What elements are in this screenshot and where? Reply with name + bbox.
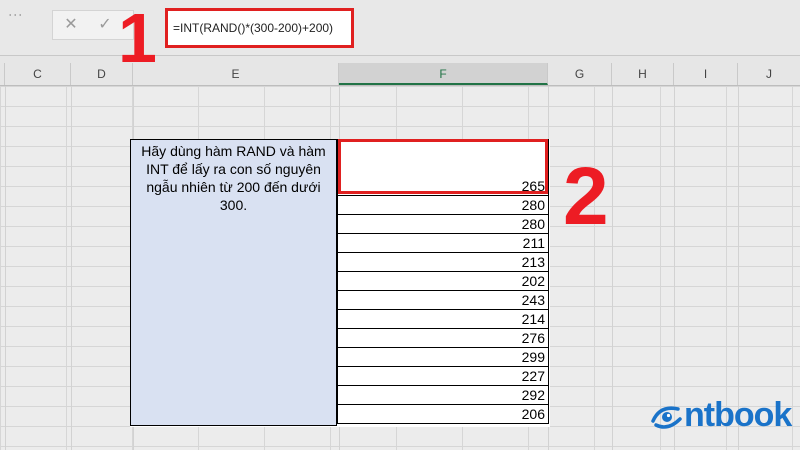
column-header-i[interactable]: I bbox=[674, 63, 738, 85]
description-cell[interactable]: Hãy dùng hàm RAND và hàm INT để lấy ra c… bbox=[130, 139, 337, 426]
value-cell[interactable]: 299 bbox=[337, 348, 549, 367]
column-header-c[interactable]: C bbox=[5, 63, 71, 85]
value-cell[interactable]: 280 bbox=[337, 196, 549, 215]
step-2-annotation: 2 bbox=[563, 151, 609, 242]
cancel-icon[interactable]: ✕ bbox=[52, 10, 90, 38]
value-cell[interactable]: 202 bbox=[337, 272, 549, 291]
value-cell[interactable]: 227 bbox=[337, 367, 549, 386]
column-header-j[interactable]: J bbox=[738, 63, 800, 85]
column-header-g[interactable]: G bbox=[548, 63, 612, 85]
column-header-h[interactable]: H bbox=[612, 63, 674, 85]
column-header-f[interactable]: F bbox=[339, 63, 548, 85]
value-cell[interactable]: 213 bbox=[337, 253, 549, 272]
column-header-e[interactable]: E bbox=[133, 63, 339, 85]
logo-text: ntbook bbox=[684, 396, 792, 434]
value-cell[interactable]: 214 bbox=[337, 310, 549, 329]
drag-handle-icon[interactable]: ⋮ bbox=[8, 8, 24, 20]
eye-logo-icon bbox=[651, 406, 682, 429]
value-cell[interactable]: 276 bbox=[337, 329, 549, 348]
value-cell[interactable]: 211 bbox=[337, 234, 549, 253]
step-1-annotation: 1 bbox=[118, 0, 157, 77]
value-cell[interactable]: 206 bbox=[337, 405, 549, 424]
value-cell[interactable]: 292 bbox=[337, 386, 549, 405]
logo: ntbook bbox=[650, 396, 792, 435]
value-cell[interactable]: 280 bbox=[337, 215, 549, 234]
formula-input[interactable] bbox=[165, 8, 354, 48]
value-cell[interactable]: 243 bbox=[337, 291, 549, 310]
selected-cell-highlight bbox=[338, 139, 548, 194]
